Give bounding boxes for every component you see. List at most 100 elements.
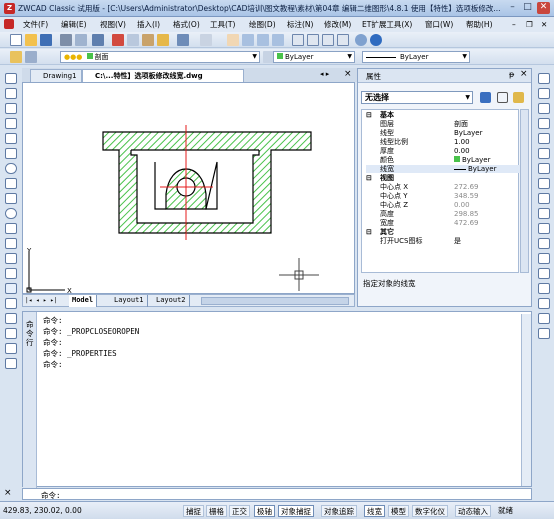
- erase-icon[interactable]: [538, 73, 550, 84]
- paste-icon[interactable]: [142, 34, 154, 46]
- digitizer-toggle[interactable]: 数字化仪: [412, 505, 448, 517]
- property-row-lineweight[interactable]: 线宽 ByLayer: [366, 165, 529, 174]
- polar-toggle[interactable]: 极轴: [254, 505, 275, 517]
- multiline-text-icon[interactable]: [5, 343, 17, 354]
- circle-icon[interactable]: [5, 163, 17, 174]
- pin-icon[interactable]: ᵽ: [509, 70, 514, 79]
- cut-icon[interactable]: [112, 34, 124, 46]
- design-center-icon[interactable]: [307, 34, 319, 46]
- revision-cloud-icon[interactable]: [5, 178, 17, 189]
- mdi-restore-button[interactable]: ❐: [526, 18, 533, 31]
- break-icon[interactable]: [538, 253, 550, 264]
- properties-icon[interactable]: [292, 34, 304, 46]
- menu-window[interactable]: 窗口(W): [425, 18, 453, 31]
- rectangle-icon[interactable]: [5, 133, 17, 144]
- property-row-center-x[interactable]: 中心点 X 272.69: [366, 183, 529, 191]
- construction-line-icon[interactable]: [5, 88, 17, 99]
- section-misc[interactable]: ⊟ 其它: [366, 228, 529, 236]
- layer-previous-icon[interactable]: [25, 51, 37, 63]
- fillet-icon[interactable]: [538, 298, 550, 309]
- layer-combo[interactable]: ●●● 剖面 ▼: [60, 51, 260, 63]
- match-properties-icon[interactable]: [157, 34, 169, 46]
- make-block-icon[interactable]: [5, 253, 17, 264]
- menu-insert[interactable]: 插入(I): [137, 18, 160, 31]
- section-basic[interactable]: ⊟ 基本: [366, 111, 529, 119]
- insert-block-icon[interactable]: [5, 238, 17, 249]
- menu-file[interactable]: 文件(F): [23, 18, 48, 31]
- scale-icon[interactable]: [538, 178, 550, 189]
- toggle-pickadd-icon[interactable]: [480, 92, 491, 103]
- region-icon[interactable]: [5, 313, 17, 324]
- join-icon[interactable]: [538, 268, 550, 279]
- zoom-previous-icon[interactable]: [272, 34, 284, 46]
- menu-draw[interactable]: 绘图(D): [249, 18, 276, 31]
- tab-close-button[interactable]: ×: [344, 69, 352, 79]
- explode-icon[interactable]: [538, 313, 550, 324]
- section-view[interactable]: ⊟ 视图: [366, 174, 529, 182]
- close-button[interactable]: ✕: [537, 2, 550, 14]
- open-icon[interactable]: [25, 34, 37, 46]
- property-row-ucs-icon-on[interactable]: 打开UCS图标 是: [366, 237, 529, 245]
- line-icon[interactable]: [5, 73, 17, 84]
- tab-scroll-arrows[interactable]: ◂ ▸: [320, 70, 329, 78]
- selection-dropdown[interactable]: 无选择 ▼: [361, 91, 473, 104]
- ellipse-arc-icon[interactable]: [5, 223, 17, 234]
- property-row-height[interactable]: 高度 298.85: [366, 210, 529, 218]
- polygon-icon[interactable]: [5, 118, 17, 129]
- print-preview-icon[interactable]: [75, 34, 87, 46]
- quick-select-icon[interactable]: [513, 92, 524, 103]
- copy-icon[interactable]: [127, 34, 139, 46]
- minimize-button[interactable]: –: [506, 2, 519, 14]
- polyline-icon[interactable]: [5, 103, 17, 114]
- menu-dimension[interactable]: 标注(N): [287, 18, 313, 31]
- property-row-center-y[interactable]: 中心点 Y 348.59: [366, 192, 529, 200]
- find-icon[interactable]: [355, 34, 367, 46]
- property-row-color[interactable]: 颜色 ByLayer: [366, 156, 529, 164]
- copy-object-icon[interactable]: [538, 88, 550, 99]
- publish-icon[interactable]: [92, 34, 104, 46]
- linetype-combo[interactable]: ByLayer ▼: [362, 51, 470, 63]
- property-row-linetype[interactable]: 线型 ByLayer: [366, 129, 529, 137]
- add-selected-icon[interactable]: [5, 358, 17, 369]
- print-icon[interactable]: [60, 34, 72, 46]
- maximize-button[interactable]: □: [521, 2, 534, 14]
- tool-palette-icon[interactable]: [322, 34, 334, 46]
- select-objects-icon[interactable]: [497, 92, 508, 103]
- tab-drawing1[interactable]: Drawing1: [30, 69, 82, 82]
- otrack-toggle[interactable]: 对象追踪: [321, 505, 357, 517]
- menu-view[interactable]: 视图(V): [100, 18, 126, 31]
- horizontal-scrollbar[interactable]: [201, 297, 349, 305]
- offset-icon[interactable]: [538, 118, 550, 129]
- osnap-toggle[interactable]: 对象捕捉: [278, 505, 314, 517]
- stretch-icon[interactable]: [538, 193, 550, 204]
- menu-format[interactable]: 格式(O): [173, 18, 200, 31]
- mirror-icon[interactable]: [538, 103, 550, 114]
- tab-model[interactable]: Model: [69, 295, 98, 307]
- property-row-thickness[interactable]: 厚度 0.00: [366, 147, 529, 155]
- redo-icon[interactable]: [200, 34, 212, 46]
- mdi-close-button[interactable]: ✕: [541, 18, 547, 31]
- grid-toggle[interactable]: 栅格: [206, 505, 227, 517]
- move-icon[interactable]: [538, 148, 550, 159]
- chamfer-icon[interactable]: [538, 283, 550, 294]
- property-row-width[interactable]: 宽度 472.69: [366, 219, 529, 227]
- gradient-icon[interactable]: [5, 298, 17, 309]
- table-icon[interactable]: [5, 328, 17, 339]
- help-icon[interactable]: [370, 34, 382, 46]
- menu-edit[interactable]: 编辑(E): [61, 18, 87, 31]
- tab-layout2[interactable]: Layout2: [153, 295, 190, 307]
- extend-icon[interactable]: [538, 223, 550, 234]
- menu-et-tools[interactable]: ET扩展工具(X): [362, 18, 412, 31]
- ellipse-icon[interactable]: [5, 208, 17, 219]
- model-toggle[interactable]: 模型: [388, 505, 409, 517]
- layer-manager-icon[interactable]: [10, 51, 22, 63]
- drawing-canvas[interactable]: Y X: [22, 82, 355, 295]
- arc-icon[interactable]: [5, 148, 17, 159]
- tab-layout1[interactable]: Layout1: [111, 295, 148, 307]
- zoom-window-icon[interactable]: [257, 34, 269, 46]
- tab-current-drawing[interactable]: C:\...特性】选项板修改线宽.dwg: [82, 69, 244, 82]
- lineweight-toggle[interactable]: 线宽: [364, 505, 385, 517]
- property-row-linetype-scale[interactable]: 线型比例 1.00: [366, 138, 529, 146]
- edit-polyline-icon[interactable]: [538, 328, 550, 339]
- command-input[interactable]: 命令:: [22, 488, 532, 500]
